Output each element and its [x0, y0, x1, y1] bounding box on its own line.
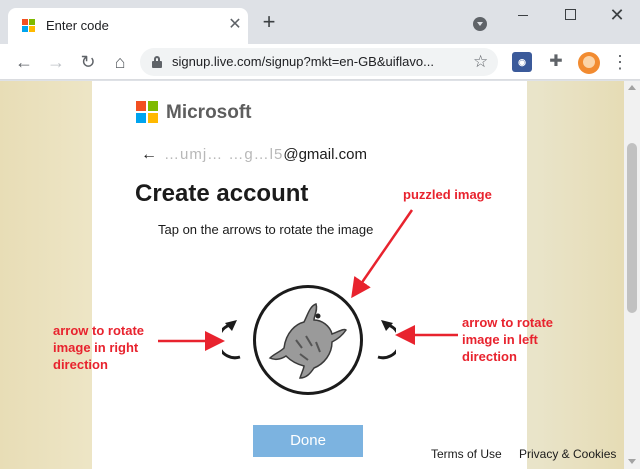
scroll-down-icon[interactable] — [628, 459, 636, 464]
instruction-text: Tap on the arrows to rotate the image — [158, 222, 374, 237]
email-redacted: …umj… …g…l5 — [164, 146, 284, 163]
annotation-line: direction — [462, 349, 517, 364]
new-tab-button[interactable]: + — [258, 11, 280, 34]
microsoft-favicon-icon — [22, 19, 36, 33]
tab-strip: Enter code ✕ + ✕ — [0, 0, 640, 44]
rotate-left-arrow-icon[interactable] — [372, 317, 396, 361]
home-icon[interactable]: ⌂ — [108, 50, 132, 74]
lock-icon[interactable] — [152, 56, 162, 68]
annotation-left-arrow: arrow to rotate image in right direction — [53, 322, 144, 373]
email-identity: …umj… …g…l5@gmail.com — [164, 146, 367, 163]
maximize-button[interactable] — [548, 0, 594, 30]
bookmark-star-icon[interactable]: ☆ — [473, 52, 488, 72]
done-button[interactable]: Done — [253, 425, 363, 457]
browser-menu-icon[interactable]: ⋮ — [610, 52, 630, 72]
reload-icon[interactable]: ↻ — [76, 50, 100, 74]
annotation-right-arrow: arrow to rotate image in left direction — [462, 314, 553, 365]
rotate-right-arrow-icon[interactable] — [222, 317, 246, 361]
terms-of-use-link[interactable]: Terms of Use — [431, 447, 502, 461]
back-arrow-icon[interactable]: ← — [141, 146, 157, 164]
address-bar[interactable]: signup.live.com/signup?mkt=en-GB&uiflavo… — [140, 48, 498, 76]
close-tab-icon[interactable]: ✕ — [226, 16, 244, 34]
forward-arrow-icon[interactable]: → — [44, 50, 68, 74]
annotation-line: image in left — [462, 332, 538, 347]
url-text[interactable]: signup.live.com/signup?mkt=en-GB&uiflavo… — [172, 54, 464, 69]
tab-search-icon[interactable] — [473, 17, 487, 31]
privacy-cookies-link[interactable]: Privacy & Cookies — [519, 447, 616, 461]
annotation-puzzled-image: puzzled image — [403, 187, 492, 202]
extension-icon[interactable]: ◉ — [512, 52, 532, 72]
minimize-icon — [518, 15, 528, 16]
annotation-line: image in right — [53, 340, 139, 355]
annotation-line: arrow to rotate — [53, 323, 145, 338]
signup-card — [92, 81, 527, 469]
page-scrollbar[interactable] — [624, 81, 640, 469]
animal-figure-icon — [268, 303, 347, 379]
annotation-line: arrow to rotate — [462, 315, 554, 330]
browser-toolbar: ← → ↻ ⌂ signup.live.com/signup?mkt=en-GB… — [0, 44, 640, 80]
puzzle-image — [253, 285, 363, 395]
tab-title: Enter code — [46, 18, 109, 33]
scroll-thumb[interactable] — [627, 143, 637, 313]
browser-tab[interactable]: Enter code ✕ — [8, 8, 248, 44]
brand-name: Microsoft — [166, 102, 252, 123]
email-domain: @gmail.com — [283, 146, 367, 163]
back-arrow-icon[interactable]: ← — [12, 50, 36, 74]
page-title: Create account — [135, 180, 309, 207]
minimize-button[interactable] — [500, 0, 546, 30]
extensions-puzzle-icon[interactable]: ✚ — [546, 52, 566, 72]
maximize-icon — [565, 9, 576, 20]
close-window-button[interactable]: ✕ — [594, 0, 640, 30]
microsoft-logo-icon — [136, 101, 158, 123]
profile-avatar[interactable] — [578, 52, 600, 74]
page-viewport — [0, 81, 624, 469]
annotation-line: direction — [53, 357, 108, 372]
scroll-up-icon[interactable] — [628, 85, 636, 90]
